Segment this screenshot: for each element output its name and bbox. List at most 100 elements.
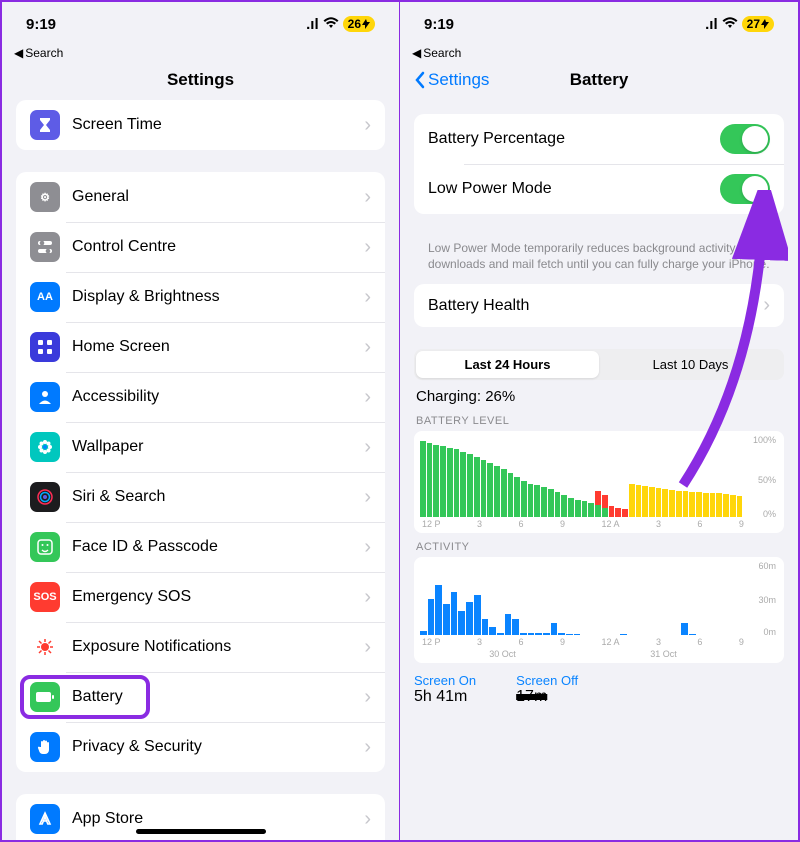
back-settings-button[interactable]: Settings xyxy=(414,70,489,90)
chevron-left-icon: ◀ xyxy=(14,46,23,60)
tab-last-24h[interactable]: Last 24 Hours xyxy=(416,351,599,378)
chevron-right-icon: › xyxy=(364,808,371,831)
battery-pill: 26 xyxy=(343,16,375,32)
page-title: Battery xyxy=(570,70,629,89)
settings-screen: 9:19 .ıl 26 ◀ Search Settings Screen Tim… xyxy=(2,2,400,840)
settings-row-privacy-security[interactable]: Privacy & Security › xyxy=(16,722,385,772)
low-power-mode-toggle[interactable] xyxy=(720,174,770,204)
battery-health-group: Battery Health › xyxy=(414,284,784,327)
screen-off-value: 17m xyxy=(516,688,578,706)
lpm-description: Low Power Mode temporarily reduces backg… xyxy=(400,236,798,284)
chevron-right-icon: › xyxy=(364,536,371,559)
status-time: 9:19 xyxy=(424,16,454,33)
settings-group: ⚙︎ General › Control Centre › AA Display & Bri… xyxy=(16,172,385,772)
chevron-right-icon: › xyxy=(364,636,371,659)
activity-chart: 60m 30m 0m 12 P36912 A369 30 Oct31 Oct xyxy=(414,557,784,663)
tab-last-10d[interactable]: Last 10 Days xyxy=(599,351,782,378)
low-power-mode-row[interactable]: Low Power Mode xyxy=(414,164,784,214)
chevron-right-icon: › xyxy=(364,436,371,459)
SOS-icon: SOS xyxy=(30,582,60,612)
row-label: Home Screen xyxy=(72,338,352,356)
row-label: Screen Time xyxy=(72,116,352,134)
grid-icon xyxy=(30,332,60,362)
settings-row-control-centre[interactable]: Control Centre › xyxy=(16,222,385,272)
usage-summary: Screen On 5h 41m Screen Off 17m xyxy=(400,669,798,710)
chevron-right-icon: › xyxy=(364,236,371,259)
row-label: Exposure Notifications xyxy=(72,638,352,656)
battery-health-row[interactable]: Battery Health › xyxy=(414,284,784,327)
chevron-right-icon: › xyxy=(763,294,770,317)
row-label: Display & Brightness xyxy=(72,288,352,306)
face-icon xyxy=(30,532,60,562)
battery-pill: 27 xyxy=(742,16,774,32)
chevron-right-icon: › xyxy=(364,736,371,759)
gear-icon: ⚙︎ xyxy=(30,182,60,212)
cellular-icon: .ıl xyxy=(306,16,319,33)
chevron-right-icon: › xyxy=(364,186,371,209)
settings-group: Screen Time › xyxy=(16,100,385,150)
chevron-right-icon: › xyxy=(364,386,371,409)
chevron-right-icon: › xyxy=(364,114,371,137)
toggles-group: Battery Percentage Low Power Mode xyxy=(414,114,784,214)
row-label: Accessibility xyxy=(72,388,352,406)
chevron-left-icon: ◀ xyxy=(412,46,421,60)
status-bar: 9:19 .ıl 26 xyxy=(2,2,399,46)
row-label: Battery Health xyxy=(428,297,751,315)
battery-percentage-row[interactable]: Battery Percentage xyxy=(414,114,784,164)
charging-status: Charging: 26% xyxy=(400,388,798,413)
settings-row-home-screen[interactable]: Home Screen › xyxy=(16,322,385,372)
row-label: App Store xyxy=(72,810,352,828)
back-to-search[interactable]: ◀ Search xyxy=(2,46,399,62)
settings-row-exposure-notifications[interactable]: Exposure Notifications › xyxy=(16,622,385,672)
battery-percentage-toggle[interactable] xyxy=(720,124,770,154)
toggles-icon xyxy=(30,232,60,262)
settings-row-accessibility[interactable]: Accessibility › xyxy=(16,372,385,422)
settings-row-wallpaper[interactable]: Wallpaper › xyxy=(16,422,385,472)
battery-level-chart: 100% 50% 0% 12 P36912 A369 xyxy=(414,431,784,533)
settings-row-emergency-sos[interactable]: SOS Emergency SOS › xyxy=(16,572,385,622)
status-bar: 9:19 .ıl 27 xyxy=(400,2,798,46)
page-title: Settings xyxy=(2,62,399,100)
row-label: Emergency SOS xyxy=(72,588,352,606)
settings-row-battery[interactable]: Battery› xyxy=(16,672,385,722)
screen-on-value: 5h 41m xyxy=(414,688,476,706)
row-label: Battery Percentage xyxy=(428,130,708,148)
virus-icon xyxy=(30,632,60,662)
settings-row-screen-time[interactable]: Screen Time › xyxy=(16,100,385,150)
chevron-right-icon: › xyxy=(364,586,371,609)
activity-label: ACTIVITY xyxy=(400,539,798,555)
screen-on-label: Screen On xyxy=(414,673,476,688)
highlight-box xyxy=(20,675,150,719)
status-time: 9:19 xyxy=(26,16,56,33)
battery-level-label: BATTERY LEVEL xyxy=(400,413,798,429)
cellular-icon: .ıl xyxy=(705,16,718,33)
settings-row-siri-search[interactable]: Siri & Search› xyxy=(16,472,385,522)
wifi-icon xyxy=(722,16,738,33)
siri-icon xyxy=(30,482,60,512)
hourglass-icon xyxy=(30,110,60,140)
nav-bar: Settings Battery xyxy=(400,62,798,100)
row-label: Face ID & Passcode xyxy=(72,538,352,556)
wifi-icon xyxy=(323,16,339,33)
row-label: Control Centre xyxy=(72,238,352,256)
AA-icon: AA xyxy=(30,282,60,312)
person-icon xyxy=(30,382,60,412)
back-to-search[interactable]: ◀ Search xyxy=(400,46,798,62)
flower-icon xyxy=(30,432,60,462)
home-indicator[interactable] xyxy=(136,829,266,834)
settings-row-general[interactable]: ⚙︎ General › xyxy=(16,172,385,222)
settings-row-face-id-passcode[interactable]: Face ID & Passcode › xyxy=(16,522,385,572)
chevron-right-icon: › xyxy=(364,286,371,309)
row-label: General xyxy=(72,188,352,206)
time-range-segmented: Last 24 Hours Last 10 Days xyxy=(414,349,784,380)
A-icon xyxy=(30,804,60,834)
settings-row-display-brightness[interactable]: AA Display & Brightness › xyxy=(16,272,385,322)
row-label: Privacy & Security xyxy=(72,738,352,756)
chevron-right-icon: › xyxy=(364,336,371,359)
row-label: Wallpaper xyxy=(72,438,352,456)
row-label: Siri & Search xyxy=(72,488,352,506)
row-label: Low Power Mode xyxy=(428,180,708,198)
chevron-right-icon: › xyxy=(364,686,371,709)
screen-off-label: Screen Off xyxy=(516,673,578,688)
hand-icon xyxy=(30,732,60,762)
